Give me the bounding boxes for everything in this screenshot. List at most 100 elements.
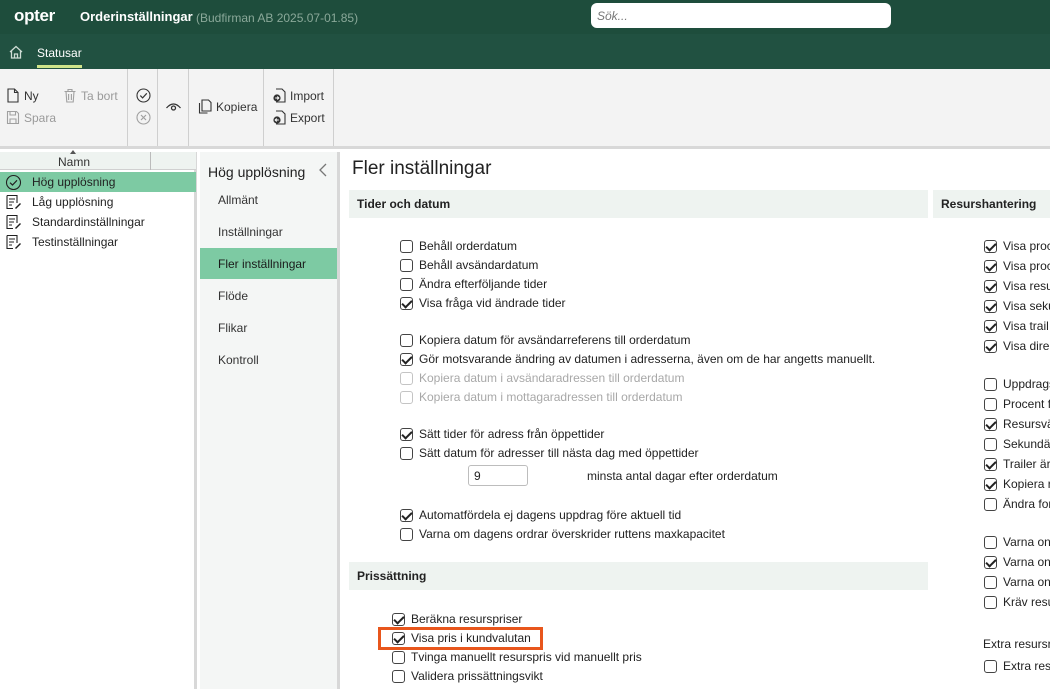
checkbox-checked[interactable]: [984, 457, 997, 471]
checkbox-checked[interactable]: [984, 259, 997, 273]
checkbox-checked[interactable]: [984, 239, 997, 253]
checkbox-checked[interactable]: [400, 508, 413, 522]
min-days-input[interactable]: [468, 465, 528, 486]
section-nav-item-installningar[interactable]: Inställningar: [200, 216, 337, 247]
column-header-name[interactable]: Namn: [0, 150, 196, 170]
list-item[interactable]: Hög upplösning: [0, 172, 196, 192]
option-checkbox[interactable]: Varna on: [984, 554, 1050, 570]
option-checkbox[interactable]: Visa proc: [984, 238, 1050, 254]
checkbox-checked[interactable]: [984, 417, 997, 431]
option-checkbox[interactable]: Ändra efterföljande tider: [400, 276, 547, 292]
section-nav-item-allmant[interactable]: Allmänt: [200, 184, 337, 215]
checkbox[interactable]: [400, 258, 413, 272]
option-checkbox[interactable]: Kopiera datum för avsändarreferens till …: [400, 332, 690, 348]
copy-button[interactable]: Kopiera: [198, 99, 257, 114]
option-checkbox[interactable]: Varna om dagens ordrar överskrider rutte…: [400, 526, 725, 542]
checkbox[interactable]: [984, 535, 997, 549]
checkbox-checked[interactable]: [984, 319, 997, 333]
list-item[interactable]: Standardinställningar: [0, 212, 196, 232]
option-checkbox[interactable]: Visa fråga vid ändrade tider: [400, 295, 566, 311]
checkbox[interactable]: [984, 397, 997, 411]
section-nav-item-flikar[interactable]: Flikar: [200, 312, 337, 343]
checkbox[interactable]: [392, 669, 405, 683]
chevron-left-icon[interactable]: [318, 162, 328, 178]
checkbox[interactable]: [400, 333, 413, 347]
option-checkbox[interactable]: Gör motsvarande ändring av datumen i adr…: [400, 351, 875, 367]
opter-logo: opter: [14, 6, 56, 25]
option-checkbox[interactable]: Trailer är: [984, 456, 1050, 472]
list-item[interactable]: Låg upplösning: [0, 192, 196, 212]
delete-label: Ta bort: [81, 88, 118, 103]
option-checkbox[interactable]: Kräv resu: [984, 594, 1050, 610]
list-item[interactable]: Testinställningar: [0, 232, 196, 252]
delete-button[interactable]: Ta bort: [63, 88, 118, 103]
option-checkbox[interactable]: Varna on: [984, 534, 1050, 550]
option-checkbox[interactable]: Behåll avsändardatum: [400, 257, 538, 273]
checkbox-checked[interactable]: [400, 296, 413, 310]
checkbox[interactable]: [392, 650, 405, 664]
section-nav-item-fler-installningar[interactable]: Fler inställningar: [200, 248, 337, 279]
option-checkbox[interactable]: Visa proc: [984, 258, 1050, 274]
accept-icon[interactable]: [136, 88, 151, 103]
option-checkbox[interactable]: Uppdrags: [984, 376, 1050, 392]
checkbox-checked[interactable]: [392, 612, 405, 626]
checkbox-checked[interactable]: [400, 352, 413, 366]
save-button[interactable]: Spara: [6, 110, 56, 125]
option-checkbox[interactable]: Resursvä: [984, 416, 1050, 432]
option-checkbox[interactable]: Visa trail: [984, 318, 1049, 334]
import-button[interactable]: Import: [272, 88, 324, 103]
option-checkbox[interactable]: Kopiera r: [984, 476, 1050, 492]
checkbox[interactable]: [400, 527, 413, 541]
checkbox[interactable]: [984, 497, 997, 511]
checkbox-checked[interactable]: [984, 477, 997, 491]
option-checkbox[interactable]: Sekundä: [984, 436, 1050, 452]
eye-icon[interactable]: [165, 99, 182, 114]
option-checkbox[interactable]: Varna on: [984, 574, 1050, 590]
option-checkbox[interactable]: Sätt datum för adresser till nästa dag m…: [400, 445, 699, 461]
option-checkbox[interactable]: Validera prissättningsvikt: [392, 668, 543, 684]
option-checkbox-disabled: Kopiera datum i avsändaradressen till or…: [400, 370, 684, 386]
checkbox[interactable]: [984, 377, 997, 391]
option-checkbox[interactable]: Automatfördela ej dagens uppdrag före ak…: [400, 507, 681, 523]
search-input[interactable]: [591, 3, 891, 28]
toolbar-divider: [333, 69, 334, 146]
option-checkbox[interactable]: Extra res: [984, 658, 1050, 674]
tab-active-indicator: [37, 65, 82, 68]
option-checkbox[interactable]: Visa pris i kundvalutan: [392, 630, 531, 646]
column-separator[interactable]: [150, 152, 151, 170]
checkbox[interactable]: [400, 239, 413, 253]
new-button[interactable]: Ny: [6, 88, 39, 103]
tab-statusar[interactable]: Statusar: [37, 46, 82, 60]
option-checkbox[interactable]: Ändra for: [984, 496, 1050, 512]
reject-icon[interactable]: [136, 110, 151, 125]
option-checkbox[interactable]: Visa resu: [984, 278, 1050, 294]
option-checkbox[interactable]: Procent f: [984, 396, 1050, 412]
export-button[interactable]: Export: [272, 110, 325, 125]
home-icon[interactable]: [8, 44, 24, 60]
checkbox-checked[interactable]: [400, 427, 413, 441]
option-checkbox[interactable]: Beräkna resurspriser: [392, 611, 522, 627]
section-header-resurshantering: Resurshantering: [933, 190, 1050, 218]
option-checkbox[interactable]: Tvinga manuellt resurspris vid manuellt …: [392, 649, 642, 665]
option-checkbox[interactable]: Sätt tider för adress från öppettider: [400, 426, 604, 442]
checkbox-checked[interactable]: [392, 631, 405, 645]
checkbox[interactable]: [984, 575, 997, 589]
option-checkbox[interactable]: Visa dire: [984, 338, 1049, 354]
option-checkbox[interactable]: Behåll orderdatum: [400, 238, 517, 254]
option-label: Kopiera datum i mottagaradressen till or…: [419, 390, 683, 404]
checkbox[interactable]: [984, 595, 997, 609]
option-checkbox[interactable]: Visa seku: [984, 298, 1050, 314]
checkbox-checked[interactable]: [984, 299, 997, 313]
checkbox[interactable]: [400, 277, 413, 291]
section-nav-item-kontroll[interactable]: Kontroll: [200, 344, 337, 375]
checkbox-checked[interactable]: [984, 555, 997, 569]
app-subtitle: (Budfirman AB 2025.07-01.85): [196, 11, 359, 25]
checkbox-checked[interactable]: [984, 279, 997, 293]
checkbox-checked[interactable]: [984, 339, 997, 353]
top-bar: opter Orderinställningar (Budfirman AB 2…: [0, 0, 1050, 34]
option-label: Visa pris i kundvalutan: [411, 631, 531, 645]
checkbox[interactable]: [984, 437, 997, 451]
checkbox[interactable]: [400, 446, 413, 460]
section-nav-item-flode[interactable]: Flöde: [200, 280, 337, 311]
checkbox[interactable]: [984, 659, 997, 673]
